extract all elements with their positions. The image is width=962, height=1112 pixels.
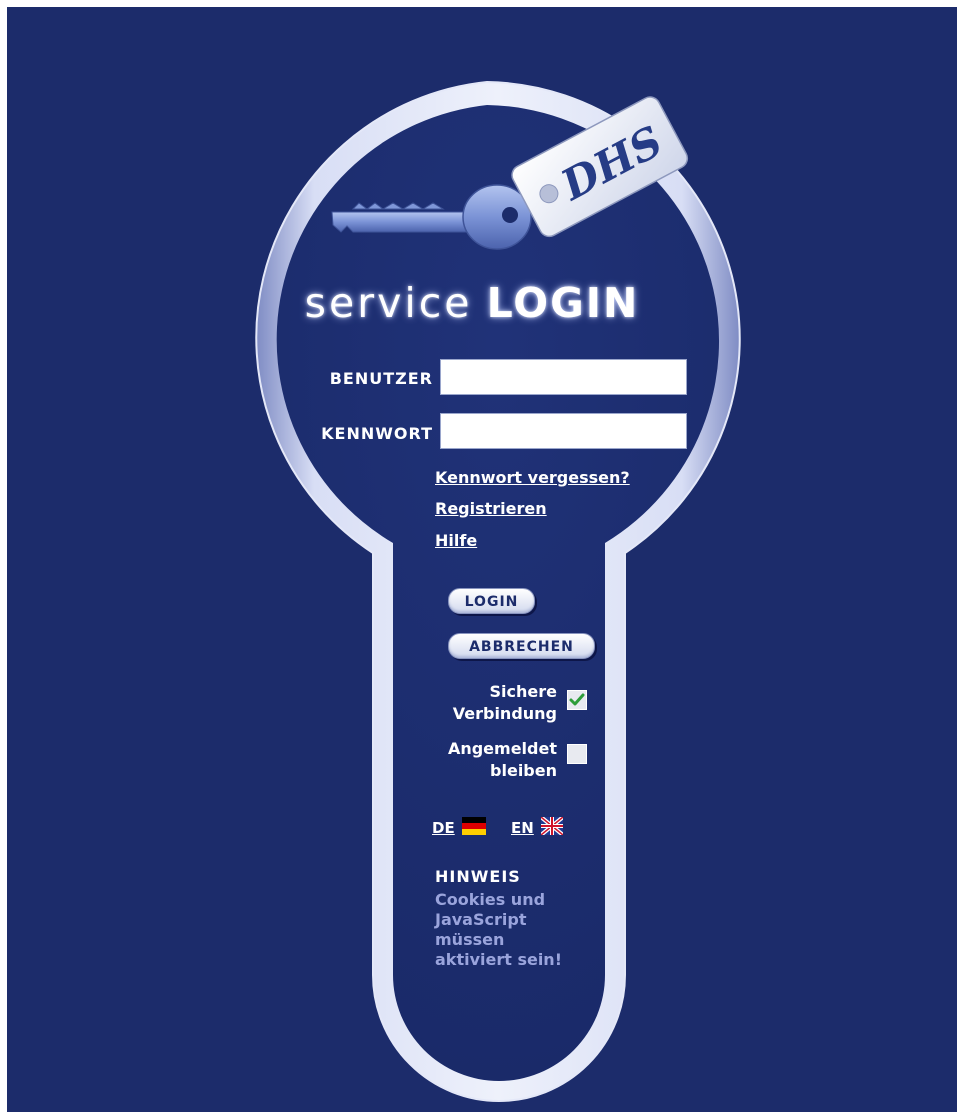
secure-connection-line1: Sichere	[489, 682, 557, 701]
title-service: service	[304, 279, 473, 327]
stay-logged-in-checkbox[interactable]	[567, 744, 587, 764]
language-en-label[interactable]: EN	[511, 819, 534, 837]
password-input[interactable]	[440, 413, 687, 449]
germany-flag-icon	[461, 817, 486, 835]
language-en[interactable]: EN	[511, 815, 565, 839]
uk-flag-icon	[539, 815, 565, 837]
notice-text: Cookies und JavaScript müssen aktiviert …	[435, 890, 625, 970]
secure-connection-line2: Verbindung	[452, 704, 557, 723]
cancel-button[interactable]: ABBRECHEN	[448, 633, 595, 659]
notice-title: HINWEIS	[435, 867, 521, 886]
notice-line1: Cookies und	[435, 890, 546, 909]
language-de-label[interactable]: DE	[432, 819, 455, 837]
help-link[interactable]: Hilfe	[435, 531, 477, 550]
notice-line2: JavaScript	[435, 910, 527, 929]
title-login: LOGIN	[486, 279, 640, 327]
stay-logged-in-label: Angemeldet bleiben	[387, 738, 557, 782]
login-page: DHS service LOGIN BENUTZER KENNWORT Kenn…	[7, 7, 957, 1112]
login-button[interactable]: LOGIN	[448, 588, 535, 614]
secure-connection-label: Sichere Verbindung	[387, 681, 557, 725]
username-label: BENUTZER	[329, 369, 433, 388]
check-mark-icon	[569, 693, 585, 706]
forgot-password-link[interactable]: Kennwort vergessen?	[435, 468, 630, 487]
stay-logged-in-line2: bleiben	[490, 761, 557, 780]
language-de[interactable]: DE	[432, 817, 486, 839]
secure-connection-checkbox[interactable]	[567, 690, 587, 710]
notice-line4: aktiviert sein!	[435, 950, 562, 969]
username-input[interactable]	[440, 359, 687, 395]
stay-logged-in-line1: Angemeldet	[447, 739, 557, 758]
notice-line3: müssen	[435, 930, 505, 949]
register-link[interactable]: Registrieren	[435, 499, 547, 518]
password-label: KENNWORT	[321, 424, 433, 443]
page-title: service LOGIN	[247, 279, 697, 327]
